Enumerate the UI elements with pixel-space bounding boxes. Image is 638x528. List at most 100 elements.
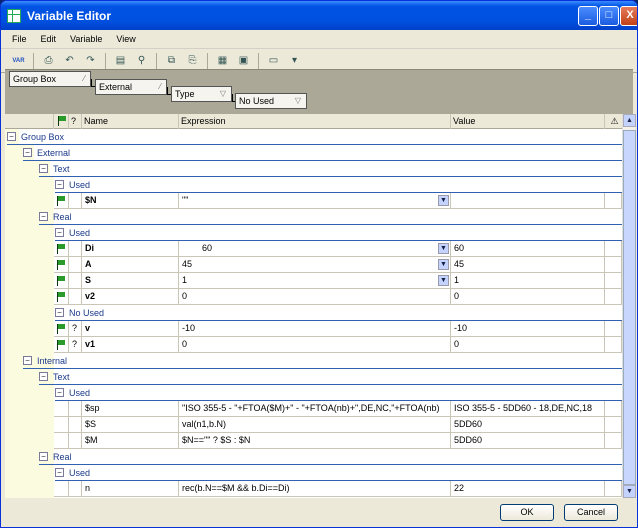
group-row[interactable]: − Real — [5, 449, 622, 465]
flag-column-header[interactable] — [54, 114, 69, 129]
expression-cell[interactable]: rec(b.N==$M && b.Di==Di) — [179, 481, 451, 497]
table-row[interactable]: v2 0 0 — [5, 289, 622, 305]
collapse-icon[interactable]: − — [23, 356, 32, 365]
group-row[interactable]: − Used — [5, 225, 622, 241]
group-row[interactable]: − Group Box — [5, 129, 622, 145]
scroll-thumb[interactable] — [623, 130, 636, 485]
collapse-icon[interactable]: − — [39, 164, 48, 173]
name-cell-text: v — [85, 323, 91, 333]
collapse-icon[interactable]: − — [39, 372, 48, 381]
expression-cell[interactable]: 60 ▼ — [179, 241, 451, 257]
close-button[interactable]: X — [620, 6, 637, 26]
var-icon[interactable]: VAR — [9, 52, 28, 70]
group-label: Used — [69, 228, 91, 238]
undo-icon[interactable]: ↶ — [60, 52, 79, 70]
collapse-icon[interactable]: − — [55, 308, 64, 317]
name-cell[interactable]: v2 — [82, 289, 179, 305]
expression-cell[interactable]: $N=="" ? $S : $N — [179, 433, 451, 449]
collapse-icon[interactable]: − — [55, 468, 64, 477]
expression-cell[interactable]: 0 — [179, 289, 451, 305]
name-cell[interactable]: Di — [82, 241, 179, 257]
name-cell[interactable]: v1 — [82, 337, 179, 353]
table-row[interactable]: $S val(n1,b.N) 5DD60 — [5, 417, 622, 433]
table-row[interactable]: ? v -10 -10 — [5, 321, 622, 337]
print-icon[interactable]: ⎙ — [39, 52, 58, 70]
collapse-icon[interactable]: − — [23, 148, 32, 157]
properties-icon[interactable]: ▤ — [111, 52, 130, 70]
minimize-button[interactable]: _ — [578, 6, 598, 26]
ok-button[interactable]: OK — [500, 504, 554, 521]
group-chip-external[interactable]: External ⁄ — [95, 79, 167, 95]
table-row[interactable]: n rec(b.N==$M && b.Di==Di) 22 — [5, 481, 622, 497]
expression-cell[interactable]: "" ▼ — [179, 193, 451, 209]
warning-icon[interactable]: ⚠ — [605, 114, 622, 129]
expression-cell[interactable]: "ISO 355-5 - "+FTOA($M)+" - "+FTOA(nb)+"… — [179, 401, 451, 417]
menu-view[interactable]: View — [109, 34, 142, 44]
title-bar: Variable Editor — [1, 1, 637, 30]
group-row[interactable]: − Used — [5, 177, 622, 193]
menu-variable[interactable]: Variable — [63, 34, 109, 44]
expression-cell[interactable]: 1 ▼ — [179, 273, 451, 289]
collapse-icon[interactable]: − — [39, 452, 48, 461]
collapse-icon[interactable]: − — [55, 388, 64, 397]
expression-column-header[interactable]: Expression — [179, 114, 451, 129]
group-row[interactable]: − Text — [5, 161, 622, 177]
expression-cell[interactable]: 45 ▼ — [179, 257, 451, 273]
group-row[interactable]: − Used — [5, 465, 622, 481]
dropdown-button[interactable]: ▼ — [438, 275, 449, 286]
dropdown-button[interactable]: ▼ — [438, 195, 449, 206]
group-row[interactable]: − Text — [5, 369, 622, 385]
paste-icon[interactable]: ⎘ — [183, 52, 202, 70]
collapse-icon[interactable]: − — [7, 132, 16, 141]
table-icon[interactable]: ▣ — [234, 52, 253, 70]
value-column-header[interactable]: Value — [451, 114, 605, 129]
table-row[interactable]: Di 60 ▼ 60 — [5, 241, 622, 257]
table-row[interactable]: $M $N=="" ? $S : $N 5DD60 — [5, 433, 622, 449]
cancel-button[interactable]: Cancel — [564, 504, 618, 521]
group-row[interactable]: − Internal — [5, 353, 622, 369]
dropdown-button[interactable]: ▼ — [438, 243, 449, 254]
expression-cell[interactable]: 0 — [179, 337, 451, 353]
name-cell[interactable]: v — [82, 321, 179, 337]
collapse-icon[interactable]: − — [39, 212, 48, 221]
group-row[interactable]: − Used — [5, 385, 622, 401]
table-row[interactable]: ? v1 0 0 — [5, 337, 622, 353]
name-cell[interactable]: S — [82, 273, 179, 289]
name-cell[interactable]: $M — [82, 433, 179, 449]
expression-cell[interactable]: -10 — [179, 321, 451, 337]
collapse-icon[interactable]: − — [55, 180, 64, 189]
redo-icon[interactable]: ↷ — [81, 52, 100, 70]
name-cell[interactable]: $N — [82, 193, 179, 209]
scroll-up-button[interactable]: ▲ — [623, 114, 636, 127]
find-icon[interactable]: ⚲ — [132, 52, 151, 70]
vertical-scrollbar[interactable]: ▲ ▼ — [622, 114, 636, 498]
window-icon[interactable]: ▭ — [264, 52, 283, 70]
menu-edit[interactable]: Edit — [34, 34, 64, 44]
name-cell[interactable]: $S — [82, 417, 179, 433]
copy-icon[interactable]: ⧉ — [162, 52, 181, 70]
group-chip-type[interactable]: Type ▽ — [171, 86, 232, 102]
group-row[interactable]: − Real — [5, 209, 622, 225]
name-cell[interactable]: n — [82, 481, 179, 497]
dropdown-button[interactable]: ▼ — [438, 259, 449, 270]
name-cell[interactable]: $sp — [82, 401, 179, 417]
maximize-button[interactable]: □ — [599, 6, 619, 26]
group-chip-group-box[interactable]: Group Box ⁄ — [9, 71, 91, 87]
menu-file[interactable]: File — [5, 34, 34, 44]
table-row[interactable]: A 45 ▼ 45 — [5, 257, 622, 273]
group-row[interactable]: − External — [5, 145, 622, 161]
name-cell[interactable]: A — [82, 257, 179, 273]
table-row[interactable]: S 1 ▼ 1 — [5, 273, 622, 289]
expression-cell[interactable]: val(n1,b.N) — [179, 417, 451, 433]
warn-cell — [605, 417, 622, 433]
q-column-header[interactable]: ? — [69, 114, 82, 129]
scroll-down-button[interactable]: ▼ — [623, 485, 636, 498]
table-row[interactable]: $sp "ISO 355-5 - "+FTOA($M)+" - "+FTOA(nb… — [5, 401, 622, 417]
group-chip-no-used[interactable]: No Used ▽ — [235, 93, 307, 109]
collapse-icon[interactable]: − — [55, 228, 64, 237]
group-row[interactable]: − No Used — [5, 305, 622, 321]
grid-icon[interactable]: ▦ — [213, 52, 232, 70]
name-column-header[interactable]: Name — [82, 114, 179, 129]
table-row[interactable]: $N "" ▼ — [5, 193, 622, 209]
dropdown-icon[interactable]: ▾ — [285, 52, 304, 70]
